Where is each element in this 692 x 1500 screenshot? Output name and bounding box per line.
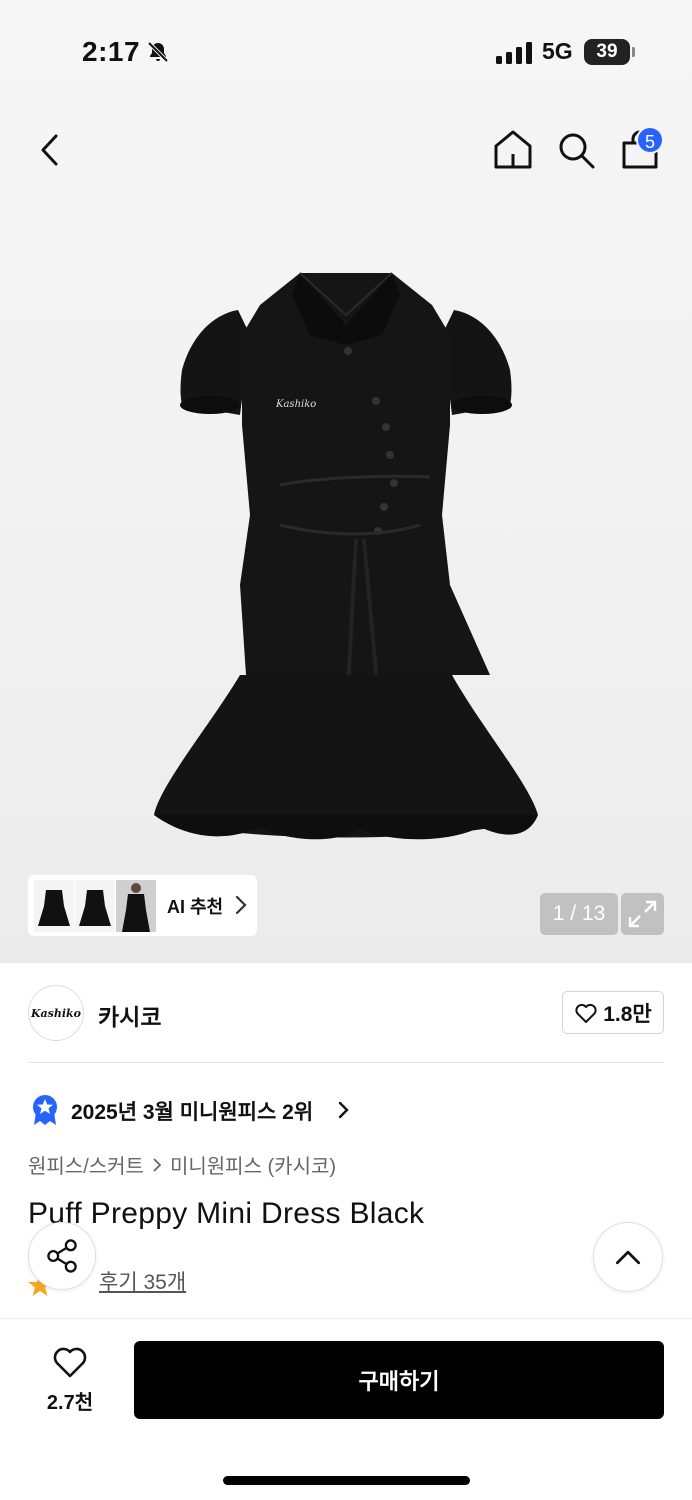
brand-logo[interactable]: Kashiko <box>28 985 84 1041</box>
battery-icon: 39 <box>584 39 630 65</box>
ai-thumbnail <box>34 879 74 932</box>
breadcrumb: 원피스/스커트 미니원피스 (카시코) <box>28 1150 336 1179</box>
heart-icon <box>53 1347 87 1378</box>
product-image-area[interactable]: 2:17 5G 39 5 Kashiko AI 추천 1 / 13 <box>0 0 692 963</box>
status-time: 2:17 <box>82 36 141 67</box>
scroll-top-icon[interactable] <box>593 1222 663 1292</box>
breadcrumb-subcategory[interactable]: 미니원피스 (카시코) <box>170 1150 336 1179</box>
ai-recommend-chip[interactable]: AI 추천 <box>28 875 257 936</box>
heart-icon <box>575 1003 597 1023</box>
product-title: Puff Preppy Mini Dress Black <box>28 1197 425 1230</box>
product-image[interactable]: Kashiko <box>150 255 542 845</box>
wishlist-count: 2.7천 <box>46 1392 94 1414</box>
search-icon[interactable] <box>556 130 596 170</box>
home-indicator <box>223 1476 470 1485</box>
chevron-right-icon <box>153 1157 162 1172</box>
cart-count-badge: 5 <box>636 126 664 154</box>
buy-button[interactable]: 구매하기 <box>134 1341 664 1419</box>
wishlist-button[interactable]: 2.7천 <box>38 1345 102 1415</box>
ranking-link[interactable]: 2025년 3월 미니원피스 2위 <box>71 1096 313 1126</box>
battery-tip <box>632 47 635 57</box>
ranking-badge-icon <box>33 1095 57 1125</box>
breadcrumb-category[interactable]: 원피스/스커트 <box>28 1150 144 1179</box>
brand-name[interactable]: 카시코 <box>98 998 161 1032</box>
network-label: 5G <box>542 38 573 64</box>
ai-recommend-label: AI 추천 <box>167 896 224 917</box>
home-icon[interactable] <box>492 128 534 170</box>
expand-icon[interactable] <box>621 893 664 935</box>
svg-text:Kashiko: Kashiko <box>275 399 316 410</box>
brand-like-count: 1.8만 <box>603 1002 652 1026</box>
chevron-right-icon <box>338 1101 349 1119</box>
back-icon[interactable] <box>34 130 68 170</box>
share-icon[interactable] <box>28 1222 96 1290</box>
signal-icon <box>496 42 532 64</box>
divider <box>28 1062 664 1063</box>
bell-off-icon <box>147 41 169 63</box>
chevron-right-icon <box>235 895 247 915</box>
brand-like-button[interactable]: 1.8만 <box>562 991 664 1034</box>
image-counter: 1 / 13 <box>540 893 618 935</box>
ai-thumbnail <box>116 879 156 932</box>
review-count-link[interactable]: 후기 35개 <box>99 1266 186 1296</box>
ai-thumbnail <box>75 879 115 932</box>
